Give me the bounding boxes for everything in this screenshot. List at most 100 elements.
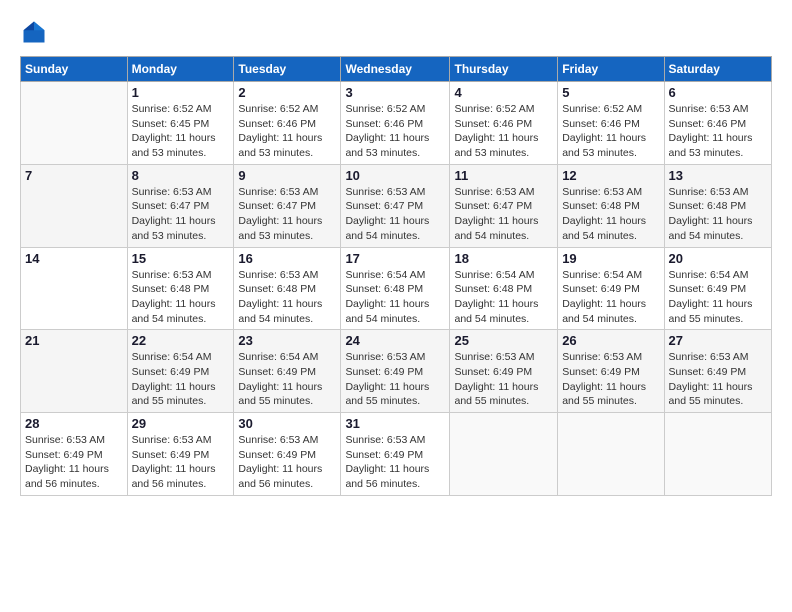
day-number: 5: [562, 85, 659, 100]
day-cell: 3 Sunrise: 6:52 AMSunset: 6:46 PMDaylight…: [341, 82, 450, 165]
day-cell: 23 Sunrise: 6:54 AMSunset: 6:49 PMDayligh…: [234, 330, 341, 413]
day-cell: 16 Sunrise: 6:53 AMSunset: 6:48 PMDayligh…: [234, 247, 341, 330]
week-row-2: 78Sunrise: 6:53 AMSunset: 6:47 PMDayligh…: [21, 164, 772, 247]
day-cell: 2 Sunrise: 6:52 AMSunset: 6:46 PMDaylight…: [234, 82, 341, 165]
day-number: 26: [562, 333, 659, 348]
day-number: 18: [454, 251, 553, 266]
day-cell: 19 Sunrise: 6:54 AMSunset: 6:49 PMDayligh…: [558, 247, 664, 330]
day-cell: 25 Sunrise: 6:53 AMSunset: 6:49 PMDayligh…: [450, 330, 558, 413]
day-number: 6: [669, 85, 767, 100]
day-info: Sunrise: 6:53 AMSunset: 6:49 PMDaylight:…: [562, 350, 659, 409]
day-info: Sunrise: 6:52 AMSunset: 6:45 PMDaylight:…: [132, 102, 230, 161]
day-number: 19: [562, 251, 659, 266]
day-info: Sunrise: 6:54 AMSunset: 6:49 PMDaylight:…: [562, 268, 659, 327]
day-cell: [558, 413, 664, 496]
day-info: Sunrise: 6:54 AMSunset: 6:49 PMDaylight:…: [238, 350, 336, 409]
day-number: 1: [132, 85, 230, 100]
weekday-header-wednesday: Wednesday: [341, 57, 450, 82]
day-cell: 27 Sunrise: 6:53 AMSunset: 6:49 PMDayligh…: [664, 330, 771, 413]
calendar-table: SundayMondayTuesdayWednesdayThursdayFrid…: [20, 56, 772, 496]
week-row-3: 14 15 Sunrise: 6:53 AMSunset: 6:48 PMDayli…: [21, 247, 772, 330]
weekday-header-monday: Monday: [127, 57, 234, 82]
day-info: Sunrise: 6:54 AMSunset: 6:48 PMDaylight:…: [454, 268, 553, 327]
day-info: Sunrise: 6:53 AMSunset: 6:47 PMDaylight:…: [132, 185, 230, 244]
weekday-header-tuesday: Tuesday: [234, 57, 341, 82]
day-info: Sunrise: 6:54 AMSunset: 6:49 PMDaylight:…: [132, 350, 230, 409]
day-cell: 24Sunrise: 6:53 AMSunset: 6:49 PMDayligh…: [341, 330, 450, 413]
day-number: 31: [345, 416, 445, 431]
day-cell: [664, 413, 771, 496]
day-info: Sunrise: 6:53 AMSunset: 6:48 PMDaylight:…: [562, 185, 659, 244]
day-cell: 13 Sunrise: 6:53 AMSunset: 6:48 PMDayligh…: [664, 164, 771, 247]
day-info: Sunrise: 6:52 AMSunset: 6:46 PMDaylight:…: [454, 102, 553, 161]
day-number: 17: [345, 251, 445, 266]
logo-icon: [20, 18, 48, 46]
week-row-1: 1 Sunrise: 6:52 AMSunset: 6:45 PMDaylight…: [21, 82, 772, 165]
day-number: 14: [25, 251, 123, 266]
header-area: [20, 18, 772, 46]
day-number: 16: [238, 251, 336, 266]
day-info: Sunrise: 6:53 AMSunset: 6:48 PMDaylight:…: [132, 268, 230, 327]
day-cell: 18 Sunrise: 6:54 AMSunset: 6:48 PMDayligh…: [450, 247, 558, 330]
weekday-header-friday: Friday: [558, 57, 664, 82]
day-info: Sunrise: 6:53 AMSunset: 6:49 PMDaylight:…: [454, 350, 553, 409]
day-info: Sunrise: 6:53 AMSunset: 6:49 PMDaylight:…: [669, 350, 767, 409]
day-cell: 20Sunrise: 6:54 AMSunset: 6:49 PMDayligh…: [664, 247, 771, 330]
day-info: Sunrise: 6:52 AMSunset: 6:46 PMDaylight:…: [238, 102, 336, 161]
day-cell: 9 Sunrise: 6:53 AMSunset: 6:47 PMDaylight…: [234, 164, 341, 247]
day-info: Sunrise: 6:53 AMSunset: 6:49 PMDaylight:…: [345, 433, 445, 492]
day-number: 10: [345, 168, 445, 183]
day-info: Sunrise: 6:53 AMSunset: 6:47 PMDaylight:…: [238, 185, 336, 244]
day-cell: 14: [21, 247, 128, 330]
day-cell: [450, 413, 558, 496]
day-number: 25: [454, 333, 553, 348]
day-number: 21: [25, 333, 123, 348]
day-number: 15: [132, 251, 230, 266]
day-cell: 26 Sunrise: 6:53 AMSunset: 6:49 PMDayligh…: [558, 330, 664, 413]
day-cell: 4 Sunrise: 6:52 AMSunset: 6:46 PMDaylight…: [450, 82, 558, 165]
day-number: 4: [454, 85, 553, 100]
day-number: 12: [562, 168, 659, 183]
day-number: 27: [669, 333, 767, 348]
day-cell: [21, 82, 128, 165]
day-info: Sunrise: 6:53 AMSunset: 6:48 PMDaylight:…: [669, 185, 767, 244]
day-number: 3: [345, 85, 445, 100]
day-number: 13: [669, 168, 767, 183]
day-number: 11: [454, 168, 553, 183]
day-cell: 22 Sunrise: 6:54 AMSunset: 6:49 PMDayligh…: [127, 330, 234, 413]
day-number: 24: [345, 333, 445, 348]
week-row-4: 21 22 Sunrise: 6:54 AMSunset: 6:49 PMDayli…: [21, 330, 772, 413]
day-cell: 10Sunrise: 6:53 AMSunset: 6:47 PMDayligh…: [341, 164, 450, 247]
day-cell: 5Sunrise: 6:52 AMSunset: 6:46 PMDaylight…: [558, 82, 664, 165]
day-cell: 12 Sunrise: 6:53 AMSunset: 6:48 PMDayligh…: [558, 164, 664, 247]
day-info: Sunrise: 6:53 AMSunset: 6:49 PMDaylight:…: [238, 433, 336, 492]
day-info: Sunrise: 6:54 AMSunset: 6:48 PMDaylight:…: [345, 268, 445, 327]
day-cell: 29 Sunrise: 6:53 AMSunset: 6:49 PMDayligh…: [127, 413, 234, 496]
day-info: Sunrise: 6:52 AMSunset: 6:46 PMDaylight:…: [345, 102, 445, 161]
week-row-5: 28 Sunrise: 6:53 AMSunset: 6:49 PMDayligh…: [21, 413, 772, 496]
day-cell: 15 Sunrise: 6:53 AMSunset: 6:48 PMDayligh…: [127, 247, 234, 330]
day-info: Sunrise: 6:53 AMSunset: 6:49 PMDaylight:…: [132, 433, 230, 492]
logo: [20, 18, 52, 46]
day-cell: 21: [21, 330, 128, 413]
day-number: 9: [238, 168, 336, 183]
day-cell: 30 Sunrise: 6:53 AMSunset: 6:49 PMDayligh…: [234, 413, 341, 496]
page: SundayMondayTuesdayWednesdayThursdayFrid…: [0, 0, 792, 612]
day-cell: 1 Sunrise: 6:52 AMSunset: 6:45 PMDaylight…: [127, 82, 234, 165]
day-cell: 17 Sunrise: 6:54 AMSunset: 6:48 PMDayligh…: [341, 247, 450, 330]
day-cell: 31 Sunrise: 6:53 AMSunset: 6:49 PMDayligh…: [341, 413, 450, 496]
day-info: Sunrise: 6:53 AMSunset: 6:49 PMDaylight:…: [25, 433, 123, 492]
day-number: 22: [132, 333, 230, 348]
day-number: 2: [238, 85, 336, 100]
day-info: Sunrise: 6:53 AMSunset: 6:48 PMDaylight:…: [238, 268, 336, 327]
day-number: 8: [132, 168, 230, 183]
day-cell: 11Sunrise: 6:53 AMSunset: 6:47 PMDayligh…: [450, 164, 558, 247]
day-cell: 6Sunrise: 6:53 AMSunset: 6:46 PMDaylight…: [664, 82, 771, 165]
day-number: 29: [132, 416, 230, 431]
day-number: 28: [25, 416, 123, 431]
day-number: 23: [238, 333, 336, 348]
day-number: 20: [669, 251, 767, 266]
weekday-header-row: SundayMondayTuesdayWednesdayThursdayFrid…: [21, 57, 772, 82]
day-number: 30: [238, 416, 336, 431]
weekday-header-thursday: Thursday: [450, 57, 558, 82]
